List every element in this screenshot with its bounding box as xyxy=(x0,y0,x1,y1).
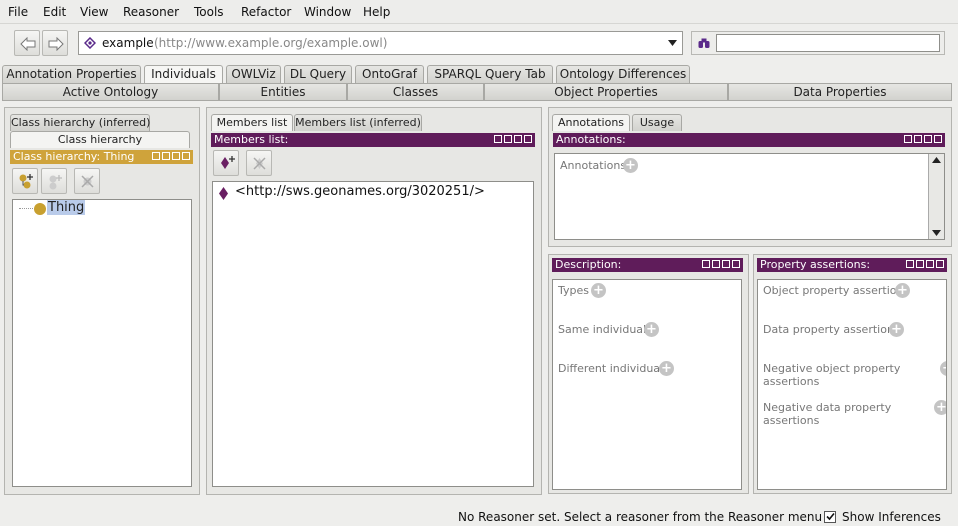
ontology-selector[interactable]: example (http://www.example.org/example.… xyxy=(78,31,683,55)
annotations-label: Annotations xyxy=(560,159,627,172)
arrow-left-icon xyxy=(20,37,36,51)
tab-usage[interactable]: Usage xyxy=(632,114,682,131)
menu-view[interactable]: View xyxy=(80,5,108,19)
ontology-icon xyxy=(84,37,96,49)
class-tree: Thing xyxy=(12,199,192,487)
description-header: Description: xyxy=(552,258,743,272)
add-subclass-icon xyxy=(19,174,33,189)
view-controls[interactable] xyxy=(152,152,190,160)
add-sibling-class-icon xyxy=(49,175,62,190)
tab-dl-query[interactable]: DL Query xyxy=(284,65,352,83)
individual-icon xyxy=(219,187,228,200)
same-individuals-label: Same individuals xyxy=(558,323,652,336)
property-assertions-header: Property assertions: xyxy=(757,258,947,272)
show-inferences-checkbox[interactable] xyxy=(824,511,836,523)
delete-individual-button[interactable] xyxy=(246,150,272,176)
add-different-individual-button[interactable]: + xyxy=(659,361,674,376)
annotations-header: Annotations: xyxy=(553,133,945,147)
chevron-down-icon[interactable] xyxy=(668,40,677,46)
ontology-name: example xyxy=(102,36,154,50)
tab-class-hierarchy[interactable]: Class hierarchy xyxy=(10,131,190,148)
list-item[interactable]: <http://sws.geonames.org/3020251/> xyxy=(213,184,533,202)
add-sibling-class-button[interactable] xyxy=(41,168,67,194)
class-hierarchy-title: Class hierarchy: Thing xyxy=(13,150,135,163)
description-title: Description: xyxy=(555,258,622,271)
menu-help[interactable]: Help xyxy=(363,5,390,19)
different-individuals-label: Different individuals xyxy=(558,362,669,375)
types-label: Types xyxy=(558,284,589,297)
back-button[interactable] xyxy=(14,30,40,56)
delete-class-icon xyxy=(81,175,94,188)
tab-class-hierarchy-inferred[interactable]: Class hierarchy (inferred) xyxy=(10,114,150,131)
tab-members-list-inferred[interactable]: Members list (inferred) xyxy=(294,114,422,131)
add-negative-data-property-assertion-button[interactable]: + xyxy=(934,400,946,415)
annotations-list: Annotations + xyxy=(554,153,945,240)
menu-file[interactable]: File xyxy=(8,5,28,19)
status-bar: No Reasoner set. Select a reasoner from … xyxy=(0,508,958,526)
tab-individuals[interactable]: Individuals xyxy=(144,65,223,84)
add-subclass-button[interactable] xyxy=(12,168,38,194)
forward-button[interactable] xyxy=(42,30,68,56)
negative-object-property-assertions-label: Negative object property assertions xyxy=(763,362,901,388)
binoculars-icon xyxy=(698,38,710,48)
tree-node-thing[interactable]: Thing xyxy=(47,200,86,215)
view-controls[interactable] xyxy=(906,260,944,268)
add-same-individual-button[interactable]: + xyxy=(644,322,659,337)
individual-iri: <http://sws.geonames.org/3020251/> xyxy=(235,184,485,199)
menu-window[interactable]: Window xyxy=(304,5,351,19)
checkmark-icon xyxy=(826,512,835,521)
tab-members-list[interactable]: Members list xyxy=(211,114,293,131)
add-object-property-assertion-button[interactable]: + xyxy=(895,283,910,298)
search-input[interactable] xyxy=(716,34,940,52)
description-list: Types + Same individuals + Different ind… xyxy=(552,279,742,490)
view-controls[interactable] xyxy=(702,260,740,268)
tab-classes[interactable]: Classes xyxy=(347,83,484,101)
delete-class-button[interactable] xyxy=(74,168,100,194)
add-individual-icon xyxy=(221,156,235,169)
menubar: File Edit View Reasoner Tools Refactor W… xyxy=(0,0,958,24)
view-controls[interactable] xyxy=(494,135,532,143)
add-type-button[interactable]: + xyxy=(591,283,606,298)
members-header: Members list: xyxy=(211,133,535,147)
tab-annotation-properties[interactable]: Annotation Properties xyxy=(2,65,141,83)
menu-refactor[interactable]: Refactor xyxy=(241,5,291,19)
ontology-iri: (http://www.example.org/example.owl) xyxy=(154,36,388,50)
annotations-title: Annotations: xyxy=(556,133,626,146)
search-area xyxy=(691,31,945,55)
tab-sparql-query[interactable]: SPARQL Query Tab xyxy=(427,65,553,83)
arrow-right-icon xyxy=(48,37,64,51)
tab-annotations[interactable]: Annotations xyxy=(552,114,630,131)
scrollbar[interactable] xyxy=(928,154,944,239)
add-data-property-assertion-button[interactable]: + xyxy=(889,322,904,337)
tab-object-properties[interactable]: Object Properties xyxy=(484,83,728,101)
object-property-assertions-label: Object property assertions xyxy=(763,284,910,297)
reasoner-status: No Reasoner set. Select a reasoner from … xyxy=(458,510,823,524)
tab-data-properties[interactable]: Data Properties xyxy=(728,83,952,101)
tab-ontology-differences[interactable]: Ontology Differences xyxy=(556,65,690,83)
negative-data-property-assertions-label: Negative data property assertions xyxy=(763,401,892,427)
show-inferences-label[interactable]: Show Inferences xyxy=(842,510,941,524)
menu-edit[interactable]: Edit xyxy=(43,5,66,19)
scroll-down-icon[interactable] xyxy=(932,230,941,236)
view-controls[interactable] xyxy=(904,135,942,143)
tab-owlviz[interactable]: OWLViz xyxy=(226,65,281,83)
scroll-up-icon[interactable] xyxy=(932,157,941,163)
property-assertions-list: Object property assertions + Data proper… xyxy=(757,279,947,490)
menu-tools[interactable]: Tools xyxy=(194,5,224,19)
tab-ontograf[interactable]: OntoGraf xyxy=(355,65,424,83)
property-assertions-title: Property assertions: xyxy=(760,258,871,271)
tab-active-ontology[interactable]: Active Ontology xyxy=(2,83,219,101)
delete-individual-icon xyxy=(253,157,266,170)
class-icon xyxy=(34,203,46,215)
data-property-assertions-label: Data property assertions xyxy=(763,323,900,336)
members-list: <http://sws.geonames.org/3020251/> xyxy=(212,181,534,487)
tab-entities[interactable]: Entities xyxy=(219,83,347,101)
class-hierarchy-header: Class hierarchy: Thing xyxy=(10,150,193,164)
add-annotation-button[interactable]: + xyxy=(623,158,638,173)
add-individual-button[interactable] xyxy=(213,150,239,176)
menu-reasoner[interactable]: Reasoner xyxy=(123,5,179,19)
members-title: Members list: xyxy=(214,133,289,146)
